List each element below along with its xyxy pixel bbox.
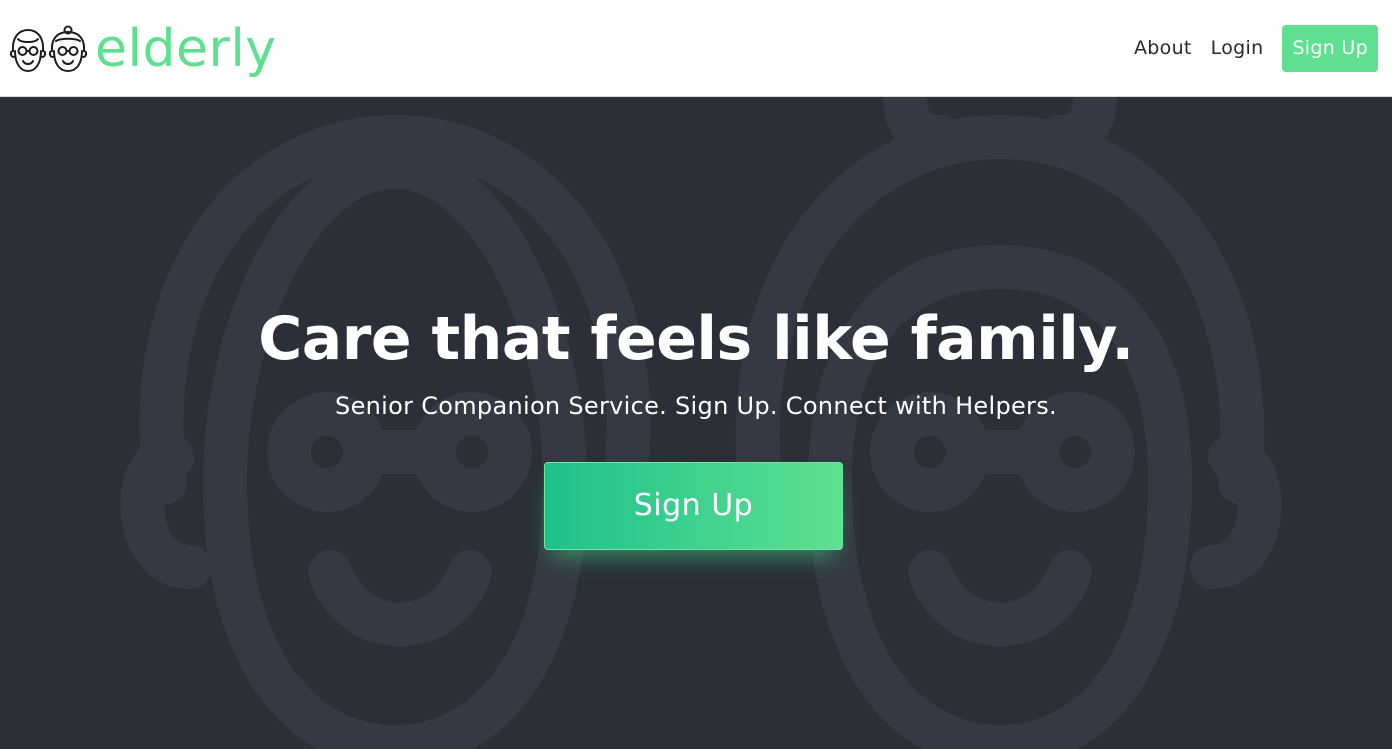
- hero-signup-button[interactable]: Sign Up: [544, 462, 843, 550]
- nav-login-link[interactable]: Login: [1211, 37, 1264, 59]
- nav-signup-button[interactable]: Sign Up: [1282, 24, 1378, 72]
- nav-about-link[interactable]: About: [1134, 37, 1192, 59]
- brand-link[interactable]: elderly: [9, 20, 277, 82]
- site-header: elderly About Login Sign Up: [0, 0, 1392, 97]
- main-nav: About Login Sign Up: [1134, 24, 1378, 72]
- hero-section: Care that feels like family. Senior Comp…: [0, 97, 1392, 749]
- hero-subheadline: Senior Companion Service. Sign Up. Conne…: [335, 392, 1057, 420]
- brand-name: elderly: [95, 19, 277, 79]
- hero-headline: Care that feels like family.: [258, 304, 1134, 374]
- landing-page: elderly About Login Sign Up Care that fe…: [0, 0, 1392, 749]
- elderly-couple-background-icon: [120, 97, 1282, 749]
- elderly-couple-logo-icon: [9, 25, 87, 72]
